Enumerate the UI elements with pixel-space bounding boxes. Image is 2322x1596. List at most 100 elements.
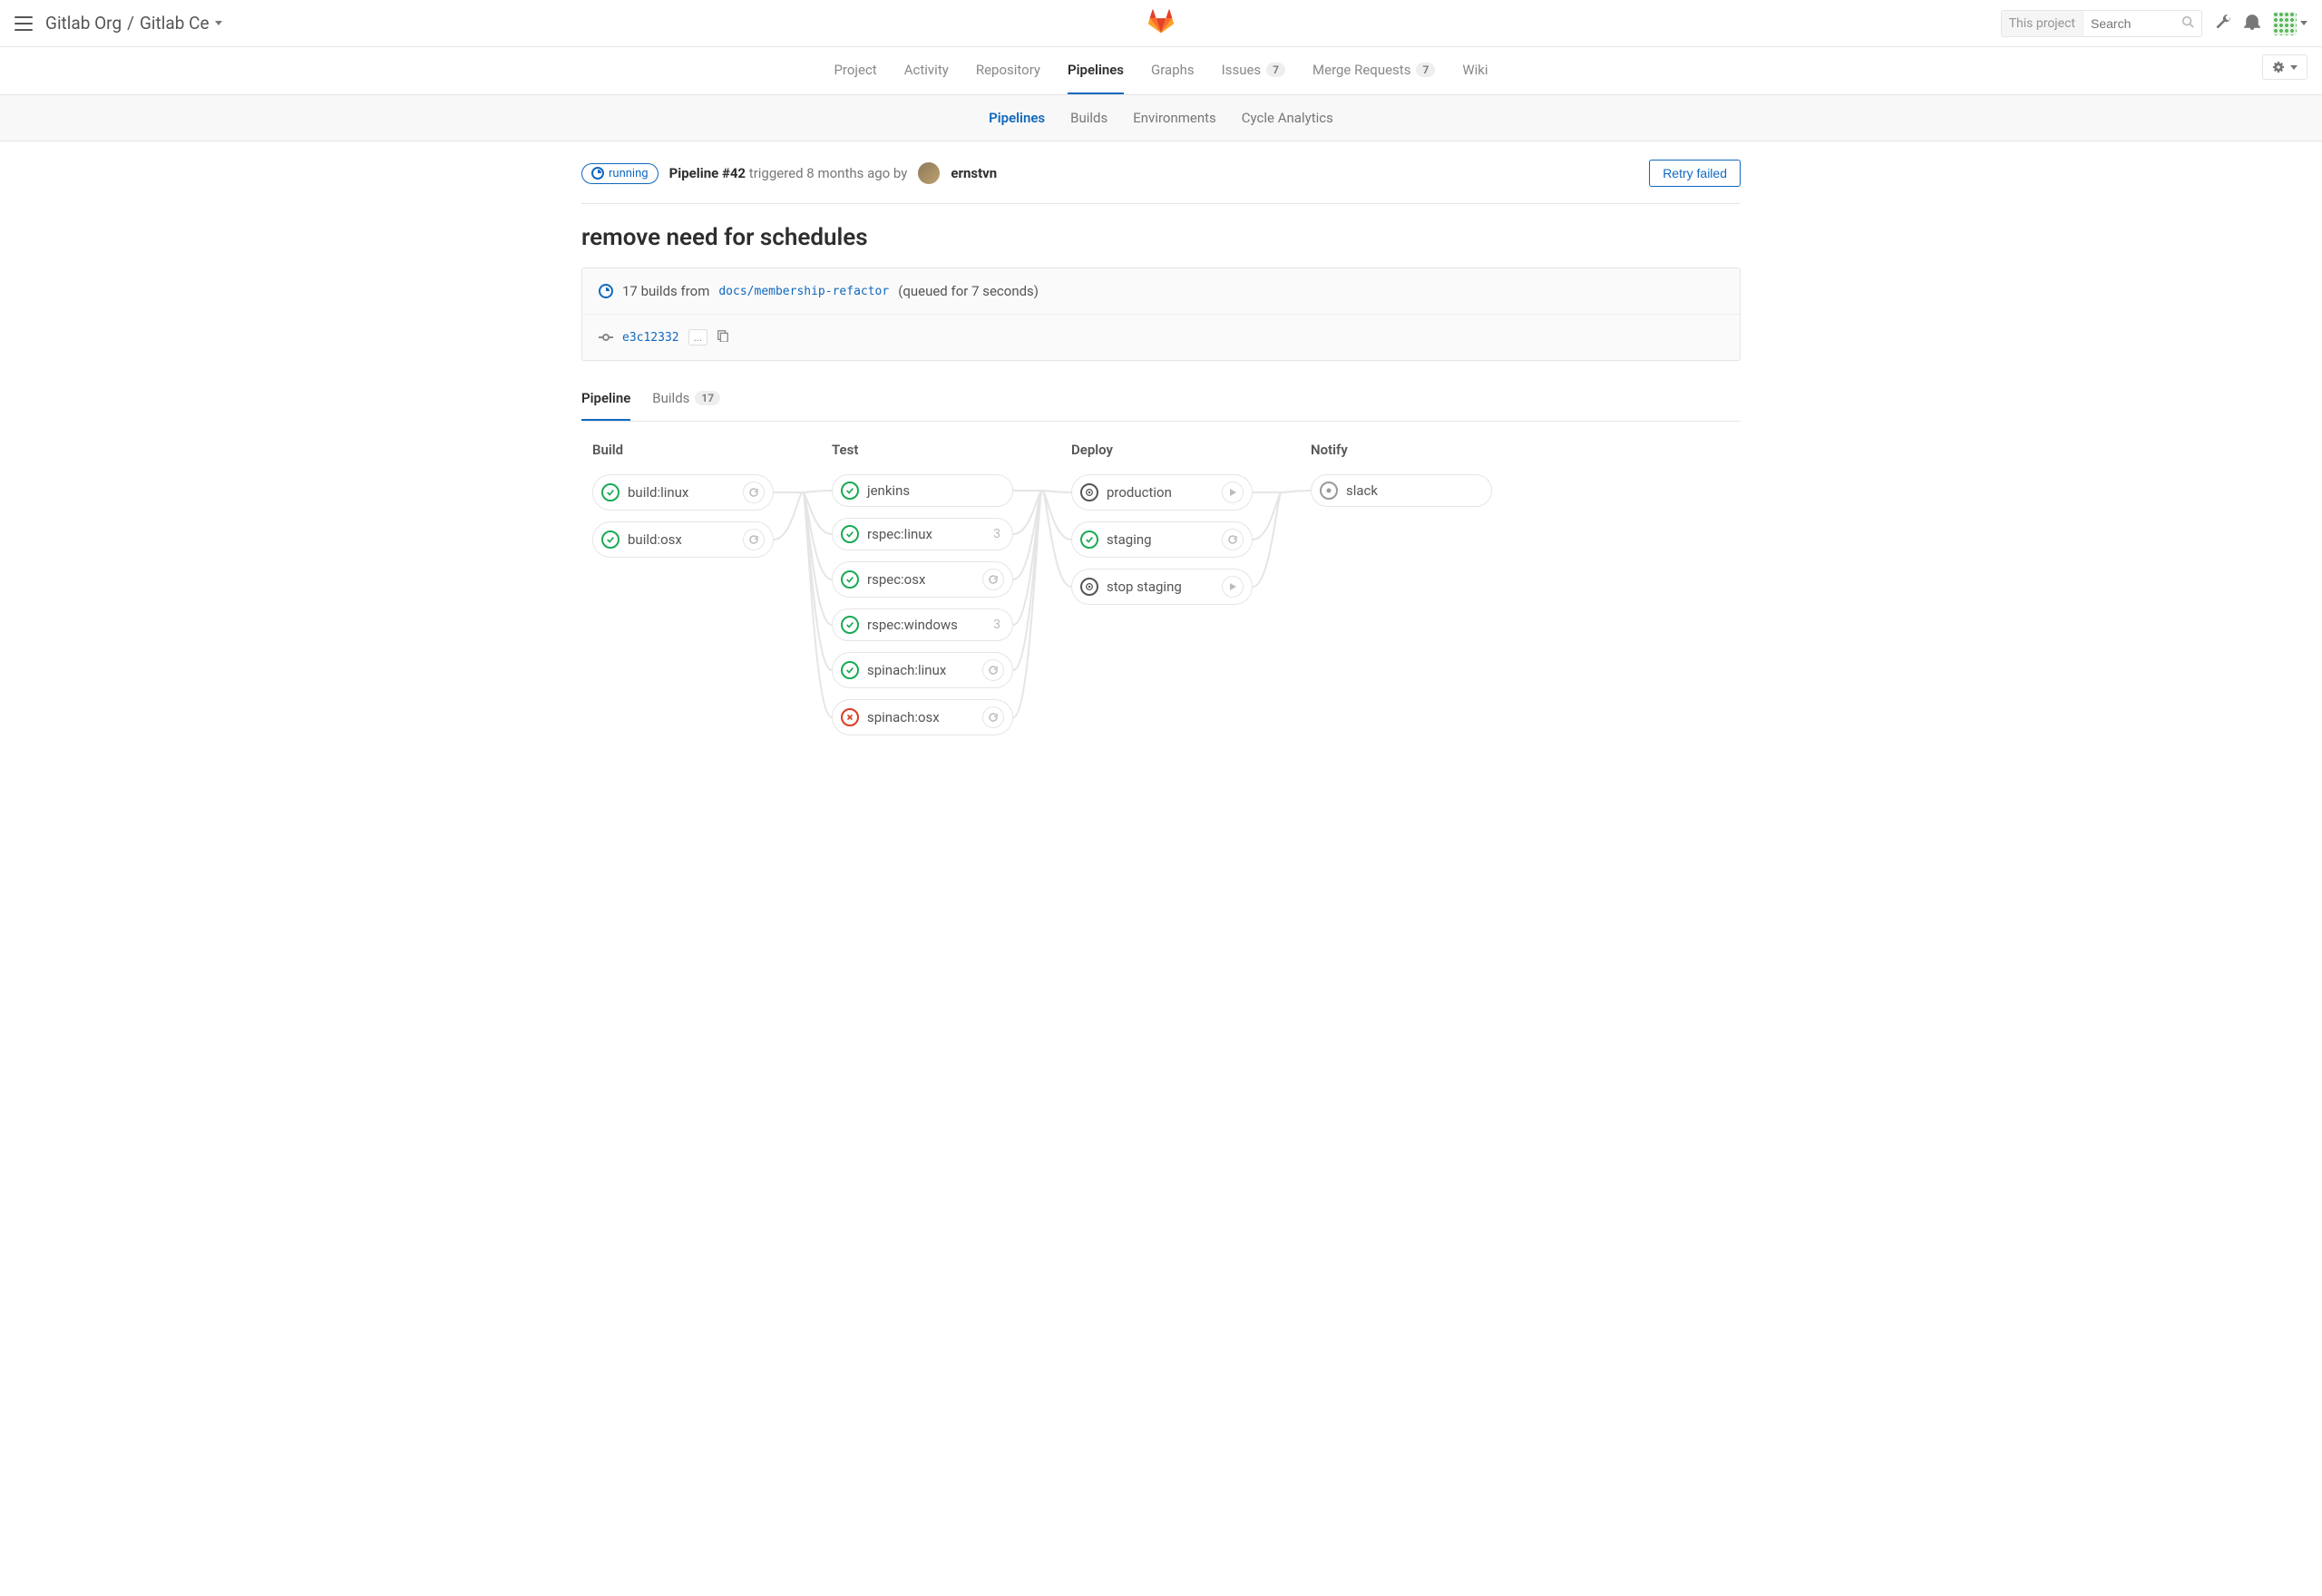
tab-builds-list[interactable]: Builds17 [652,381,720,421]
job-name: staging [1107,531,1214,548]
search-icon [2174,15,2201,32]
hamburger-icon[interactable] [15,16,33,31]
chevron-down-icon [2290,65,2298,70]
tab-merge-requests[interactable]: Merge Requests7 [1312,47,1435,94]
tab-issues[interactable]: Issues7 [1222,47,1285,94]
pipeline-info: Pipeline #42 triggered 8 months ago by [669,165,908,181]
job-pill[interactable]: spinach:linux [832,652,1013,688]
mrs-count-badge: 7 [1416,63,1435,77]
expand-commit-button[interactable]: ... [688,329,708,345]
user-avatar-icon [2273,12,2297,35]
job-pill[interactable]: stop staging [1071,569,1253,605]
retry-button[interactable] [743,482,765,503]
chevron-down-icon [2300,21,2307,25]
pipeline-graph: Build build:linux build:osx Test jenkins rspe… [581,442,1741,783]
stage-column: Notify slack [1311,442,1492,746]
status-badge-running[interactable]: running [581,163,659,184]
running-icon [591,167,604,180]
success-icon [841,482,859,500]
job-pill[interactable]: rspec:osx [832,561,1013,598]
issues-count-badge: 7 [1266,63,1285,77]
job-name: rspec:osx [867,571,974,588]
retry-button[interactable] [1222,529,1244,550]
retry-button[interactable] [982,706,1004,728]
job-pill[interactable]: jenkins [832,474,1013,507]
job-count: 3 [993,527,1004,541]
pipeline-title: remove need for schedules [581,224,1741,251]
stage-column: Build build:linux build:osx [592,442,774,746]
content: running Pipeline #42 triggered 8 months … [567,141,1755,801]
tab-pipelines[interactable]: Pipelines [1068,47,1124,94]
retry-button[interactable] [982,569,1004,590]
search-scope: This project [2002,10,2083,37]
subtab-environments[interactable]: Environments [1133,95,1216,141]
subtab-cycle-analytics[interactable]: Cycle Analytics [1242,95,1333,141]
job-pill[interactable]: rspec:linux3 [832,518,1013,550]
tab-project[interactable]: Project [834,47,876,94]
user-menu[interactable] [2273,12,2307,35]
stage-title: Notify [1311,442,1492,458]
stage-title: Test [832,442,1013,458]
wrench-icon[interactable] [2215,14,2231,34]
subtab-builds[interactable]: Builds [1070,95,1107,141]
skipped-icon [1320,482,1338,500]
manual-icon [1080,578,1098,596]
commit-sha-link[interactable]: e3c12332 [622,331,679,345]
play-button[interactable] [1222,576,1244,598]
retry-button[interactable] [982,659,1004,681]
search-box[interactable]: This project [2001,10,2202,37]
job-count: 3 [993,618,1004,632]
job-name: production [1107,484,1214,501]
job-name: stop staging [1107,579,1214,595]
job-pill[interactable]: rspec:windows 3 [832,608,1013,641]
stage-title: Deploy [1071,442,1253,458]
job-pill[interactable]: spinach:osx [832,699,1013,735]
branch-link[interactable]: docs/membership-refactor [718,285,889,298]
job-name: build:osx [628,531,735,548]
success-icon [841,570,859,589]
play-button[interactable] [1222,482,1244,503]
job-name: slack [1346,482,1483,499]
copy-sha-button[interactable] [717,329,729,345]
pipelines-subnav: Pipelines Builds Environments Cycle Anal… [0,95,2322,141]
gitlab-logo-icon[interactable] [1148,9,1174,38]
tab-wiki[interactable]: Wiki [1462,47,1488,94]
job-name: rspec:windows [867,617,985,633]
retry-failed-button[interactable]: Retry failed [1649,160,1741,187]
chevron-down-icon [215,21,222,25]
job-pill[interactable]: build:osx [592,521,774,558]
job-name: build:linux [628,484,735,501]
triggerer-avatar[interactable] [918,162,940,184]
triggerer-name[interactable]: ernstvn [951,165,997,181]
topbar: Gitlab Org / Gitlab Ce This project [0,0,2322,47]
success-icon [841,616,859,634]
job-name: spinach:osx [867,709,974,725]
success-icon [601,530,620,549]
stage-column: Test jenkins rspec:linux3 rspec:osx rspec:wi… [832,442,1013,746]
failed-icon [841,708,859,726]
retry-button[interactable] [743,529,765,550]
job-name: spinach:linux [867,662,974,678]
job-pill[interactable]: slack [1311,474,1492,507]
stage-column: Deploy production staging stop staging [1071,442,1253,746]
job-name: jenkins [867,482,1004,499]
tab-activity[interactable]: Activity [904,47,949,94]
job-pill[interactable]: build:linux [592,474,774,511]
job-pill[interactable]: staging [1071,521,1253,558]
pipeline-well: 17 builds from docs/membership-refactor … [581,268,1741,361]
subtab-pipelines[interactable]: Pipelines [989,95,1045,141]
success-icon [1080,530,1098,549]
settings-menu[interactable] [2262,54,2307,80]
bell-icon[interactable] [2244,14,2260,34]
tab-repository[interactable]: Repository [976,47,1040,94]
tab-pipeline-graph[interactable]: Pipeline [581,381,630,421]
job-pill[interactable]: production [1071,474,1253,511]
tab-graphs[interactable]: Graphs [1151,47,1195,94]
stage-title: Build [592,442,774,458]
pipeline-header: running Pipeline #42 triggered 8 months … [581,160,1741,204]
breadcrumb[interactable]: Gitlab Org / Gitlab Ce [45,13,222,34]
success-icon [841,525,859,543]
success-icon [841,661,859,679]
breadcrumb-group: Gitlab Org [45,13,122,34]
search-input[interactable] [2083,16,2174,31]
